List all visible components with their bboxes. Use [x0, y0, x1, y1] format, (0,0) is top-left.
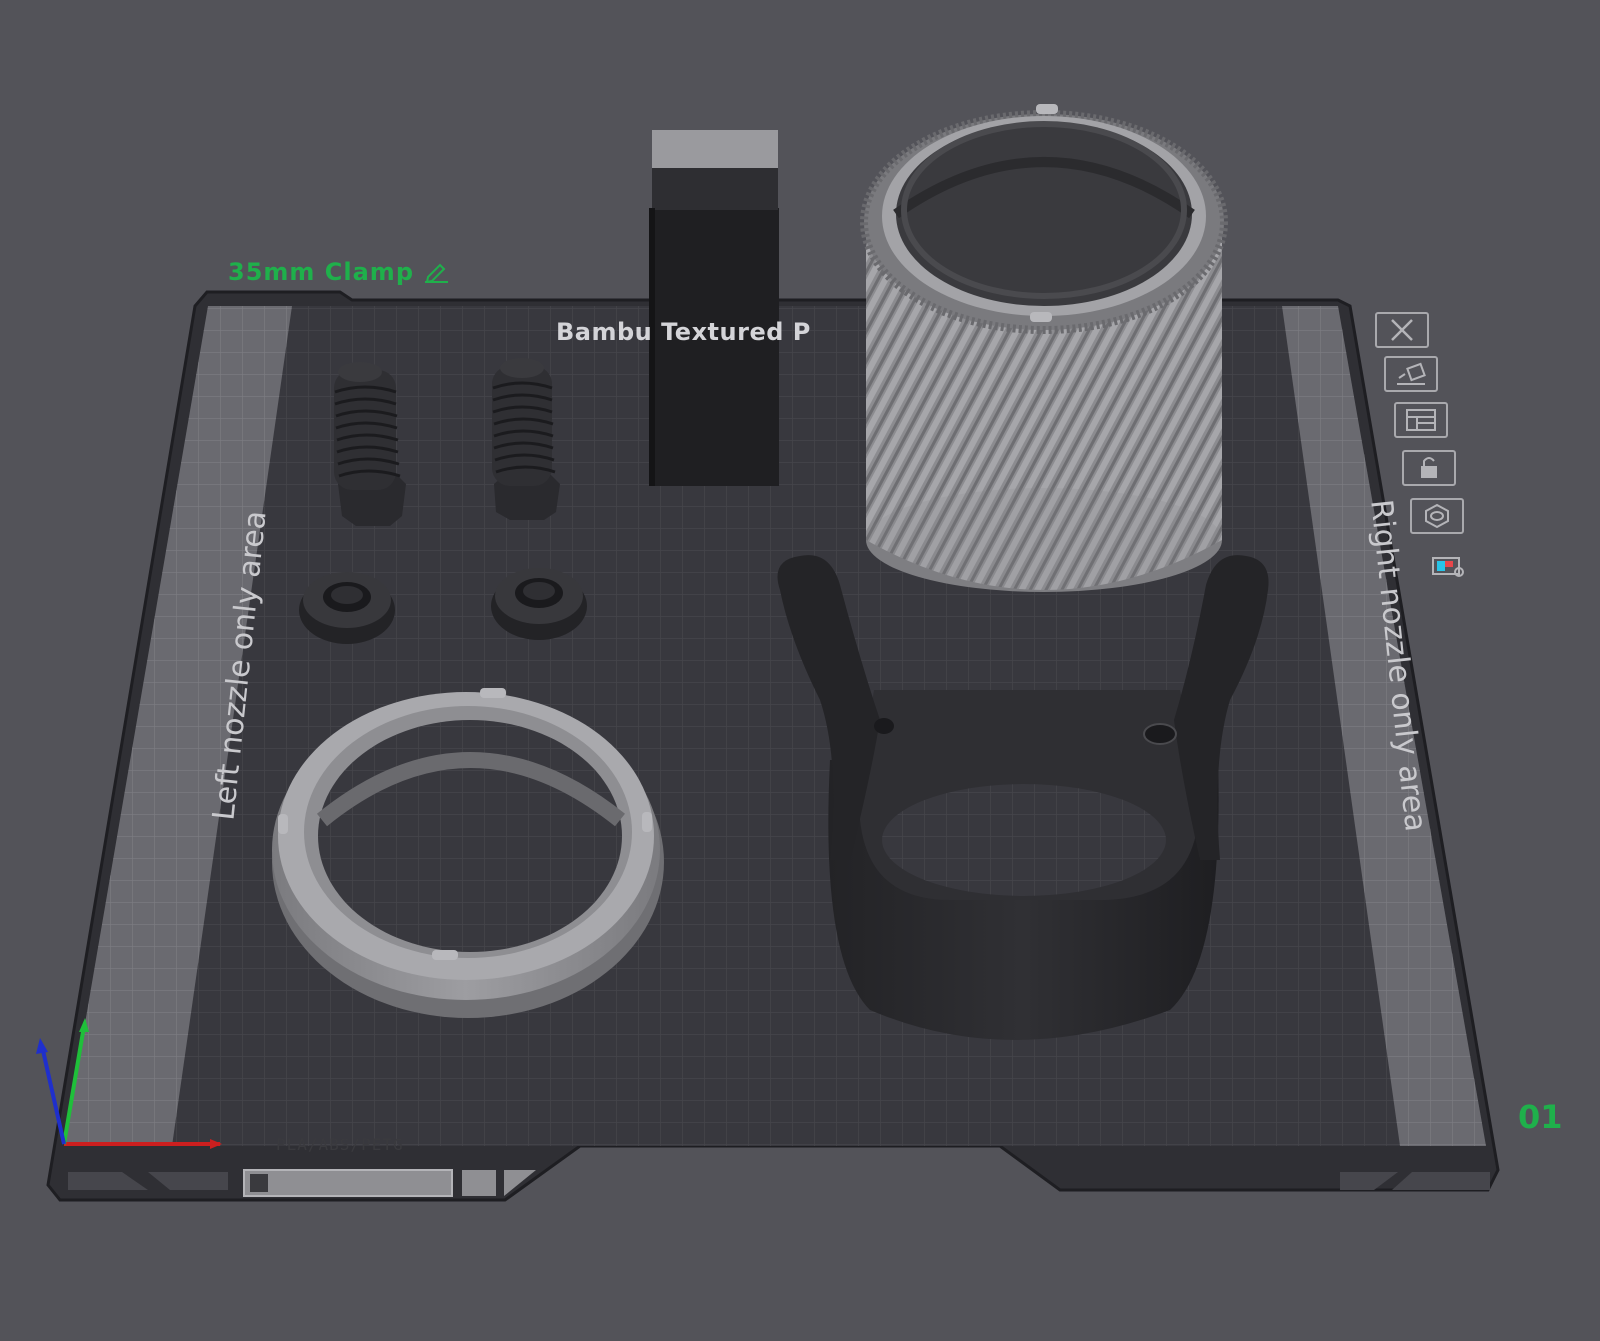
lock-plate-button[interactable]	[1402, 450, 1456, 486]
plate-settings-button[interactable]	[1410, 498, 1464, 534]
part-washer-left[interactable]	[299, 572, 395, 644]
plate-name[interactable]: 35mm Clamp	[228, 258, 450, 286]
close-plate-button[interactable]	[1375, 312, 1429, 348]
filament-map-icon	[1432, 557, 1464, 577]
plate-type-title: Bambu Textured P	[556, 318, 811, 346]
lock-icon	[1421, 457, 1437, 478]
part-bolt-right[interactable]	[492, 358, 560, 520]
plate-settings-icon	[1425, 503, 1449, 529]
part-ridged-cylinder[interactable]	[860, 104, 1228, 592]
auto-orient-icon	[1397, 362, 1426, 385]
plate-name-label: 35mm Clamp	[228, 258, 414, 286]
material-tag	[243, 1169, 453, 1197]
3d-viewport[interactable]: 35mm Clamp Bambu Textured P Left nozzle …	[0, 0, 1600, 1337]
auto-orient-button[interactable]	[1384, 356, 1438, 392]
arrange-button[interactable]	[1394, 402, 1448, 438]
filament-map-button[interactable]	[1420, 548, 1474, 584]
material-label: PLA/ABS/PETG	[276, 1135, 404, 1154]
part-bolt-left[interactable]	[334, 362, 406, 526]
arrange-icon	[1406, 409, 1436, 431]
plate-number: 01	[1518, 1098, 1563, 1136]
part-washer-right[interactable]	[491, 568, 587, 640]
close-icon	[1391, 319, 1413, 341]
part-block[interactable]	[649, 130, 779, 486]
edit-icon[interactable]	[422, 261, 450, 283]
